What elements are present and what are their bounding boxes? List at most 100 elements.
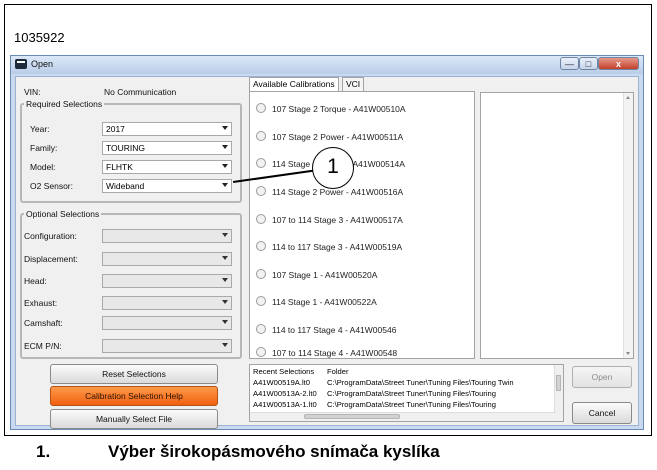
scroll-down-icon (626, 352, 630, 355)
figure-id: 1035922 (14, 30, 65, 45)
chevron-down-icon (222, 145, 228, 149)
radio-button-icon (256, 269, 266, 279)
calibration-option[interactable]: 107 Stage 2 Torque - A41W00510A (256, 103, 406, 115)
recent-folder: C:\ProgramData\Street Tuner\Tuning Files… (327, 378, 514, 387)
head-label: Head: (24, 276, 47, 286)
list-item[interactable]: A41W00513A-2.lt0 C:\ProgramData\Street Tu… (253, 389, 496, 399)
recent-folder: C:\ProgramData\Street Tuner\Tuning Files… (327, 389, 496, 398)
calibration-option[interactable]: 114 Stage 1 - A41W00522A (256, 296, 377, 308)
radio-button-icon (256, 131, 266, 141)
list-item[interactable]: A41W00513A-1.lt0 C:\ProgramData\Street Tu… (253, 400, 496, 410)
camshaft-label: Camshaft: (24, 318, 63, 328)
configuration-label: Configuration: (24, 231, 77, 241)
exhaust-label: Exhaust: (24, 298, 58, 308)
scroll-thumb[interactable] (304, 414, 400, 419)
calibration-option[interactable]: 107 Stage 2 Power - A41W00511A (256, 131, 403, 143)
list-item[interactable]: A41W00519A.lt0 C:\ProgramData\Street Tune… (253, 378, 514, 388)
calibration-label: 107 Stage 1 - A41W00520A (272, 270, 378, 280)
radio-button-icon (256, 347, 266, 357)
radio-button-icon (256, 241, 266, 251)
chevron-down-icon (222, 278, 228, 282)
calibration-option[interactable]: 114 to 117 Stage 4 - A41W00546 (256, 324, 396, 336)
model-label: Model: (30, 162, 56, 172)
calibration-label: 114 to 117 Stage 4 - A41W00546 (272, 325, 397, 335)
tab-available-calibrations[interactable]: Available Calibrations (249, 77, 339, 92)
calibration-selection-help-button[interactable]: Calibration Selection Help (50, 386, 218, 406)
calibration-description-box (480, 92, 634, 359)
recent-file: A41W00519A.lt0 (253, 378, 310, 387)
calibration-label: 114 Stage 2 Power - A41W00516A (272, 187, 404, 197)
open-window: Open — □ x VIN: No Communication Require… (10, 55, 644, 430)
chevron-down-icon (222, 233, 228, 237)
minimize-button[interactable]: — (560, 57, 579, 70)
window-title: Open (31, 59, 54, 69)
callout-marker: 1 (312, 147, 354, 189)
vin-label: VIN: (24, 87, 41, 97)
displacement-label: Displacement: (24, 254, 78, 264)
maximize-button[interactable]: □ (579, 57, 598, 70)
configuration-select[interactable] (102, 229, 232, 243)
recent-selections-list[interactable]: Recent Selections Folder A41W00519A.lt0 C:… (249, 364, 564, 422)
recent-folder: C:\ProgramData\Street Tuner\Tuning Files… (327, 400, 496, 409)
radio-button-icon (256, 324, 266, 334)
folder-header: Folder (327, 367, 349, 376)
recent-header: Recent Selections (253, 367, 315, 376)
recent-file: A41W00513A-2.lt0 (253, 389, 317, 398)
calibration-label: 107 to 114 Stage 3 - A41W00517A (272, 215, 403, 225)
open-button[interactable]: Open (572, 366, 632, 388)
radio-button-icon (256, 214, 266, 224)
calibration-option[interactable]: 107 to 114 Stage 3 - A41W00517A (256, 214, 403, 226)
o2-sensor-select[interactable]: Wideband (102, 179, 232, 193)
recent-file: A41W00513A-1.lt0 (253, 400, 317, 409)
title-bar: Open — □ x (11, 56, 643, 74)
calibration-label: 114 to 117 Stage 3 - A41W00519A (272, 242, 403, 252)
radio-button-icon (256, 158, 266, 168)
scroll-up-icon (626, 96, 630, 99)
year-label: Year: (30, 124, 50, 134)
chevron-down-icon (222, 343, 228, 347)
caption-text: Výber širokopásmového snímača kyslíka (108, 442, 440, 461)
chevron-down-icon (222, 300, 228, 304)
recent-header-row: Recent Selections Folder (253, 367, 349, 377)
radio-button-icon (256, 186, 266, 196)
calibration-label: 114 Stage 1 - A41W00522A (272, 297, 377, 307)
year-select[interactable]: 2017 (102, 122, 232, 136)
calibrations-panel: 107 Stage 2 Torque - A41W00510A 107 Stag… (249, 91, 475, 359)
calibration-label: 107 Stage 2 Torque - A41W00510A (272, 104, 406, 114)
chevron-down-icon (222, 183, 228, 187)
ecm-pn-select[interactable] (102, 339, 232, 353)
calibration-label: 107 Stage 2 Power - A41W00511A (272, 132, 404, 142)
calibration-option[interactable]: 107 to 114 Stage 4 - A41W00548 (256, 347, 397, 359)
model-select[interactable]: FLHTK (102, 160, 232, 174)
dialog-client: VIN: No Communication Required Selection… (15, 76, 639, 429)
o2-sensor-value: Wideband (106, 181, 145, 191)
calibration-option[interactable]: 107 Stage 1 - A41W00520A (256, 269, 377, 281)
head-select[interactable] (102, 274, 232, 288)
chevron-down-icon (222, 164, 228, 168)
optional-selections-legend: Optional Selections (26, 209, 100, 219)
description-scrollbar[interactable] (623, 93, 633, 358)
exhaust-select[interactable] (102, 296, 232, 310)
vin-status: No Communication (104, 87, 177, 97)
model-value: FLHTK (106, 162, 133, 172)
family-label: Family: (30, 143, 58, 153)
radio-button-icon (256, 103, 266, 113)
cancel-button[interactable]: Cancel (572, 402, 632, 424)
calibration-option[interactable]: 114 to 117 Stage 3 - A41W00519A (256, 241, 402, 253)
reset-selections-button[interactable]: Reset Selections (50, 364, 218, 384)
family-select[interactable]: TOURING (102, 141, 232, 155)
caption-number: 1. (36, 442, 51, 461)
manually-select-file-button[interactable]: Manually Select File (50, 409, 218, 429)
tab-vci[interactable]: VCI (342, 77, 365, 91)
required-selections-legend: Required Selections (26, 99, 103, 109)
radio-button-icon (256, 296, 266, 306)
scroll-thumb[interactable] (556, 375, 561, 391)
chevron-down-icon (222, 126, 228, 130)
close-button[interactable]: x (598, 57, 639, 70)
app-icon (15, 59, 27, 69)
calibration-label: 107 to 114 Stage 4 - A41W00548 (272, 348, 398, 358)
recent-horizontal-scrollbar[interactable] (250, 412, 556, 421)
o2-sensor-label: O2 Sensor: (30, 181, 73, 191)
camshaft-select[interactable] (102, 316, 232, 330)
displacement-select[interactable] (102, 252, 232, 266)
